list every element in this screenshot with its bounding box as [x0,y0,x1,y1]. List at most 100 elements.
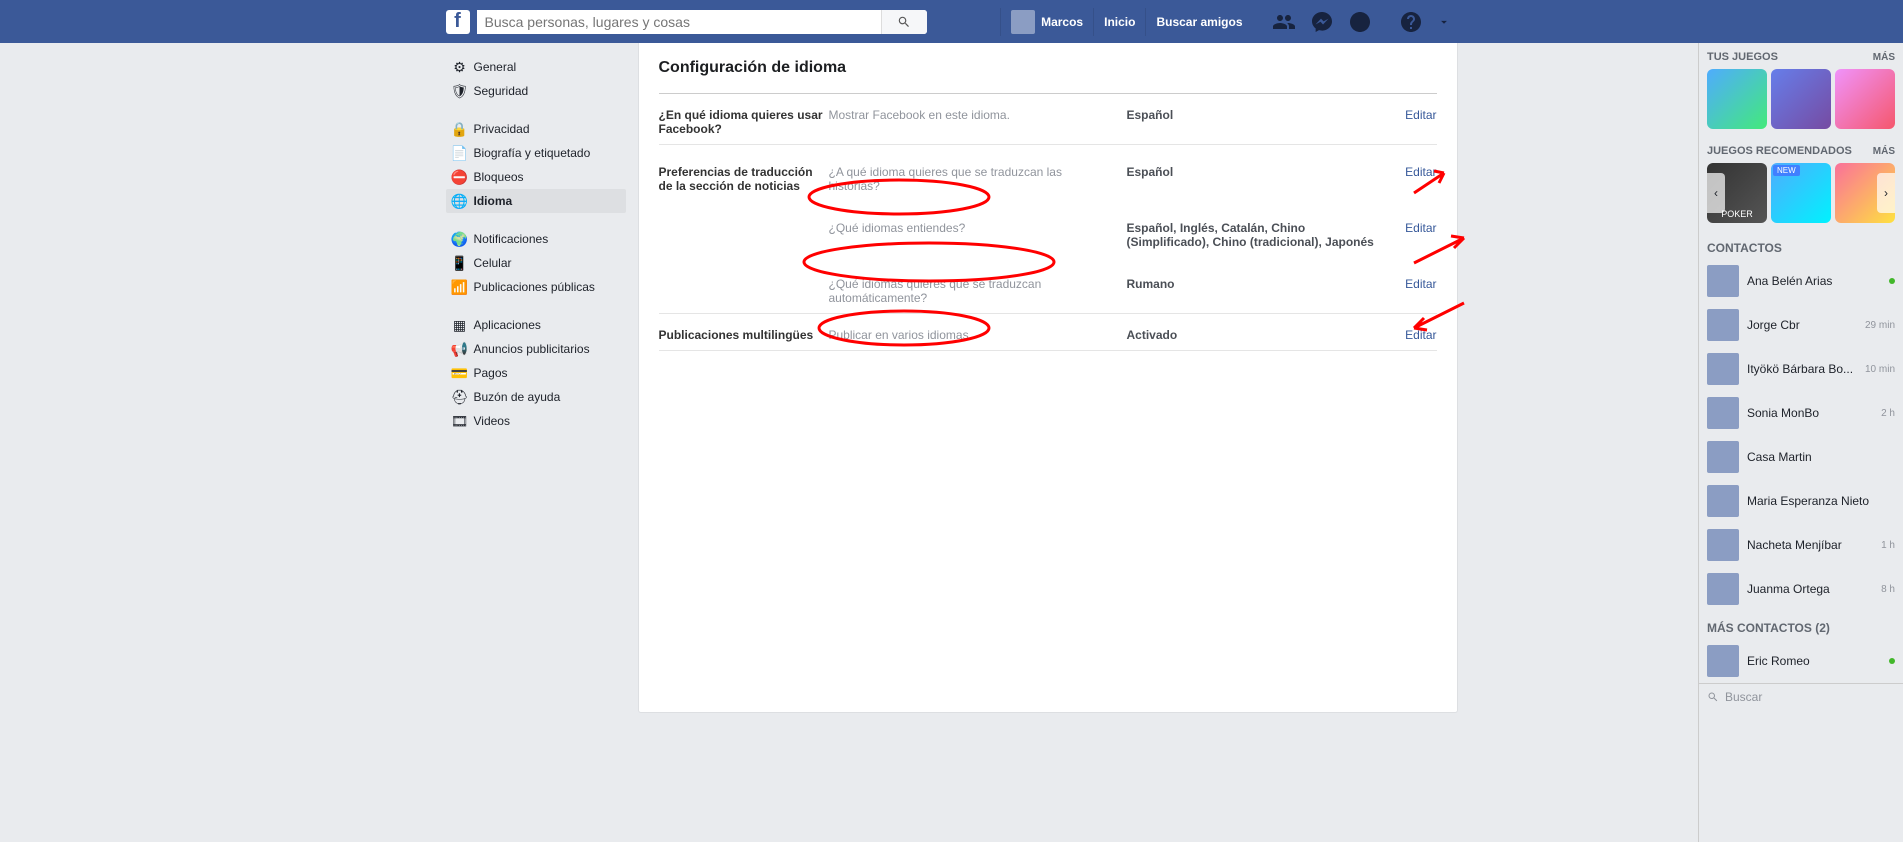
sidebar-item-label: Bloqueos [474,170,524,184]
online-indicator-icon [1889,658,1895,664]
contact-item[interactable]: Nacheta Menjíbar1 h [1699,523,1903,567]
contact-name: Ityökö Bárbara Bo... [1747,362,1865,376]
setting-desc: Publicar en varios idiomas [829,328,1127,342]
top-navbar: f Marcos Inicio Buscar amigos [0,0,1903,43]
search-button[interactable] [881,10,927,34]
contact-item[interactable]: Ana Belén Arias [1699,259,1903,303]
sidebar-item-aplicaciones[interactable]: ▦ Aplicaciones [446,313,626,337]
sidebar-icon: 📄 [452,145,468,161]
sidebar-icon: 🔒 [452,121,468,137]
game-tile[interactable] [1835,69,1895,129]
contacts-header: CONTACTOS [1699,231,1903,259]
sidebar-item-general[interactable]: ⚙General [446,55,626,79]
game-tile[interactable]: NEW [1771,163,1831,223]
find-friends-link[interactable]: Buscar amigos [1145,8,1252,36]
contact-item[interactable]: Maria Esperanza Nieto [1699,479,1903,523]
page-title: Configuración de idioma [659,59,1437,94]
help-icon[interactable] [1399,10,1423,34]
sidebar-icon: 🎞 [452,413,468,429]
sidebar-icon: 📶 [452,279,468,295]
edit-link[interactable]: Editar [1387,108,1437,136]
setting-value: Rumano [1127,277,1387,305]
sidebar-item-videos[interactable]: 🎞 Videos [446,409,626,433]
edit-link[interactable]: Editar [1387,165,1437,193]
setting-desc: ¿Qué idiomas entiendes? [829,221,1127,249]
contact-status: 1 h [1881,540,1895,551]
dropdown-icon[interactable] [1437,10,1451,34]
sidebar-item-anuncios-publicitarios[interactable]: 📢Anuncios publicitarios [446,337,626,361]
setting-group: Preferencias de traducción de la sección… [659,145,1437,314]
chat-search[interactable]: Buscar [1699,683,1903,710]
setting-label [659,277,829,305]
new-badge: NEW [1773,165,1800,176]
sidebar-icon: ⛔ [452,169,468,185]
search-input[interactable] [477,10,881,34]
profile-link[interactable]: Marcos [1000,8,1093,36]
setting-label: Preferencias de traducción de la sección… [659,165,829,193]
contact-item[interactable]: Casa Martin [1699,435,1903,479]
sidebar-item-privacidad[interactable]: 🔒Privacidad [446,117,626,141]
sidebar-item-idioma[interactable]: 🌐Idioma [446,189,626,213]
sidebar-item-label: Publicaciones públicas [474,280,595,294]
sidebar-item-bloqueos[interactable]: ⛔ Bloqueos [446,165,626,189]
messenger-icon[interactable] [1310,10,1334,34]
setting-value: Español, Inglés, Catalán, Chino (Simplif… [1127,221,1387,249]
avatar [1707,573,1739,605]
game-tile[interactable] [1771,69,1831,129]
sidebar-icon: ▦ [452,317,468,333]
your-games-header: TUS JUEGOS [1707,51,1778,63]
setting-row: Preferencias de traducción de la sección… [659,145,1437,201]
sidebar-icon: 🌐 [452,193,468,209]
more-games-link[interactable]: MÁS [1873,52,1895,63]
setting-desc: Mostrar Facebook en este idioma. [829,108,1127,136]
sidebar-icon: 🛡 [452,83,468,99]
carousel-next-icon[interactable]: › [1877,173,1895,213]
contact-name: Nacheta Menjíbar [1747,538,1881,552]
sidebar-item-seguridad[interactable]: 🛡 Seguridad [446,79,626,103]
sidebar-item-notificaciones[interactable]: 🌍Notificaciones [446,227,626,251]
notifications-icon[interactable] [1348,10,1372,34]
contact-item[interactable]: Sonia MonBo2 h [1699,391,1903,435]
setting-row: ¿Qué idiomas entiendes? Español, Inglés,… [659,201,1437,257]
contact-name: Casa Martin [1747,450,1895,464]
avatar [1707,645,1739,677]
contact-item[interactable]: Eric Romeo [1699,639,1903,683]
contact-item[interactable]: Jorge Cbr29 min [1699,303,1903,347]
home-link[interactable]: Inicio [1093,8,1145,36]
sidebar-item-biografía-y-etiquetado[interactable]: 📄Biografía y etiquetado [446,141,626,165]
edit-link[interactable]: Editar [1387,277,1437,305]
settings-sidebar: ⚙General 🛡 Seguridad 🔒Privacidad📄Biografía… [446,43,626,713]
more-rec-link[interactable]: MÁS [1873,146,1895,157]
setting-value: Español [1127,108,1387,136]
search-icon [897,15,911,29]
friend-requests-icon[interactable] [1272,10,1296,34]
setting-label [659,221,829,249]
edit-link[interactable]: Editar [1387,328,1437,342]
sidebar-item-label: Seguridad [474,84,529,98]
contact-name: Juanma Ortega [1747,582,1881,596]
sidebar-item-publicaciones-públicas[interactable]: 📶 Publicaciones públicas [446,275,626,299]
sidebar-item-pagos[interactable]: 💳Pagos [446,361,626,385]
sidebar-icon: ⚙ [452,59,468,75]
game-tile[interactable] [1707,69,1767,129]
setting-label: Publicaciones multilingües [659,328,829,342]
setting-desc: ¿Qué idiomas quieres que se traduzcan au… [829,277,1127,305]
contact-item[interactable]: Ityökö Bárbara Bo...10 min [1699,347,1903,391]
sidebar-icon: 📢 [452,341,468,357]
contact-name: Ana Belén Arias [1747,274,1889,288]
edit-link[interactable]: Editar [1387,221,1437,249]
facebook-logo-icon[interactable]: f [446,10,470,34]
sidebar-item-label: Pagos [474,366,508,380]
setting-label: ¿En qué idioma quieres usar Facebook? [659,108,829,136]
carousel-prev-icon[interactable]: ‹ [1707,173,1725,213]
sidebar-item-label: Videos [474,414,510,428]
contact-status: 8 h [1881,584,1895,595]
sidebar-item-buzón-de-ayuda[interactable]: ⛑Buzón de ayuda [446,385,626,409]
setting-desc: ¿A qué idioma quieres que se traduzcan l… [829,165,1127,193]
setting-row: ¿Qué idiomas quieres que se traduzcan au… [659,257,1437,313]
contact-item[interactable]: Juanma Ortega8 h [1699,567,1903,611]
sidebar-item-label: Aplicaciones [474,318,541,332]
search-icon [1707,691,1719,703]
sidebar-item-celular[interactable]: 📱Celular [446,251,626,275]
setting-value: Activado [1127,328,1387,342]
